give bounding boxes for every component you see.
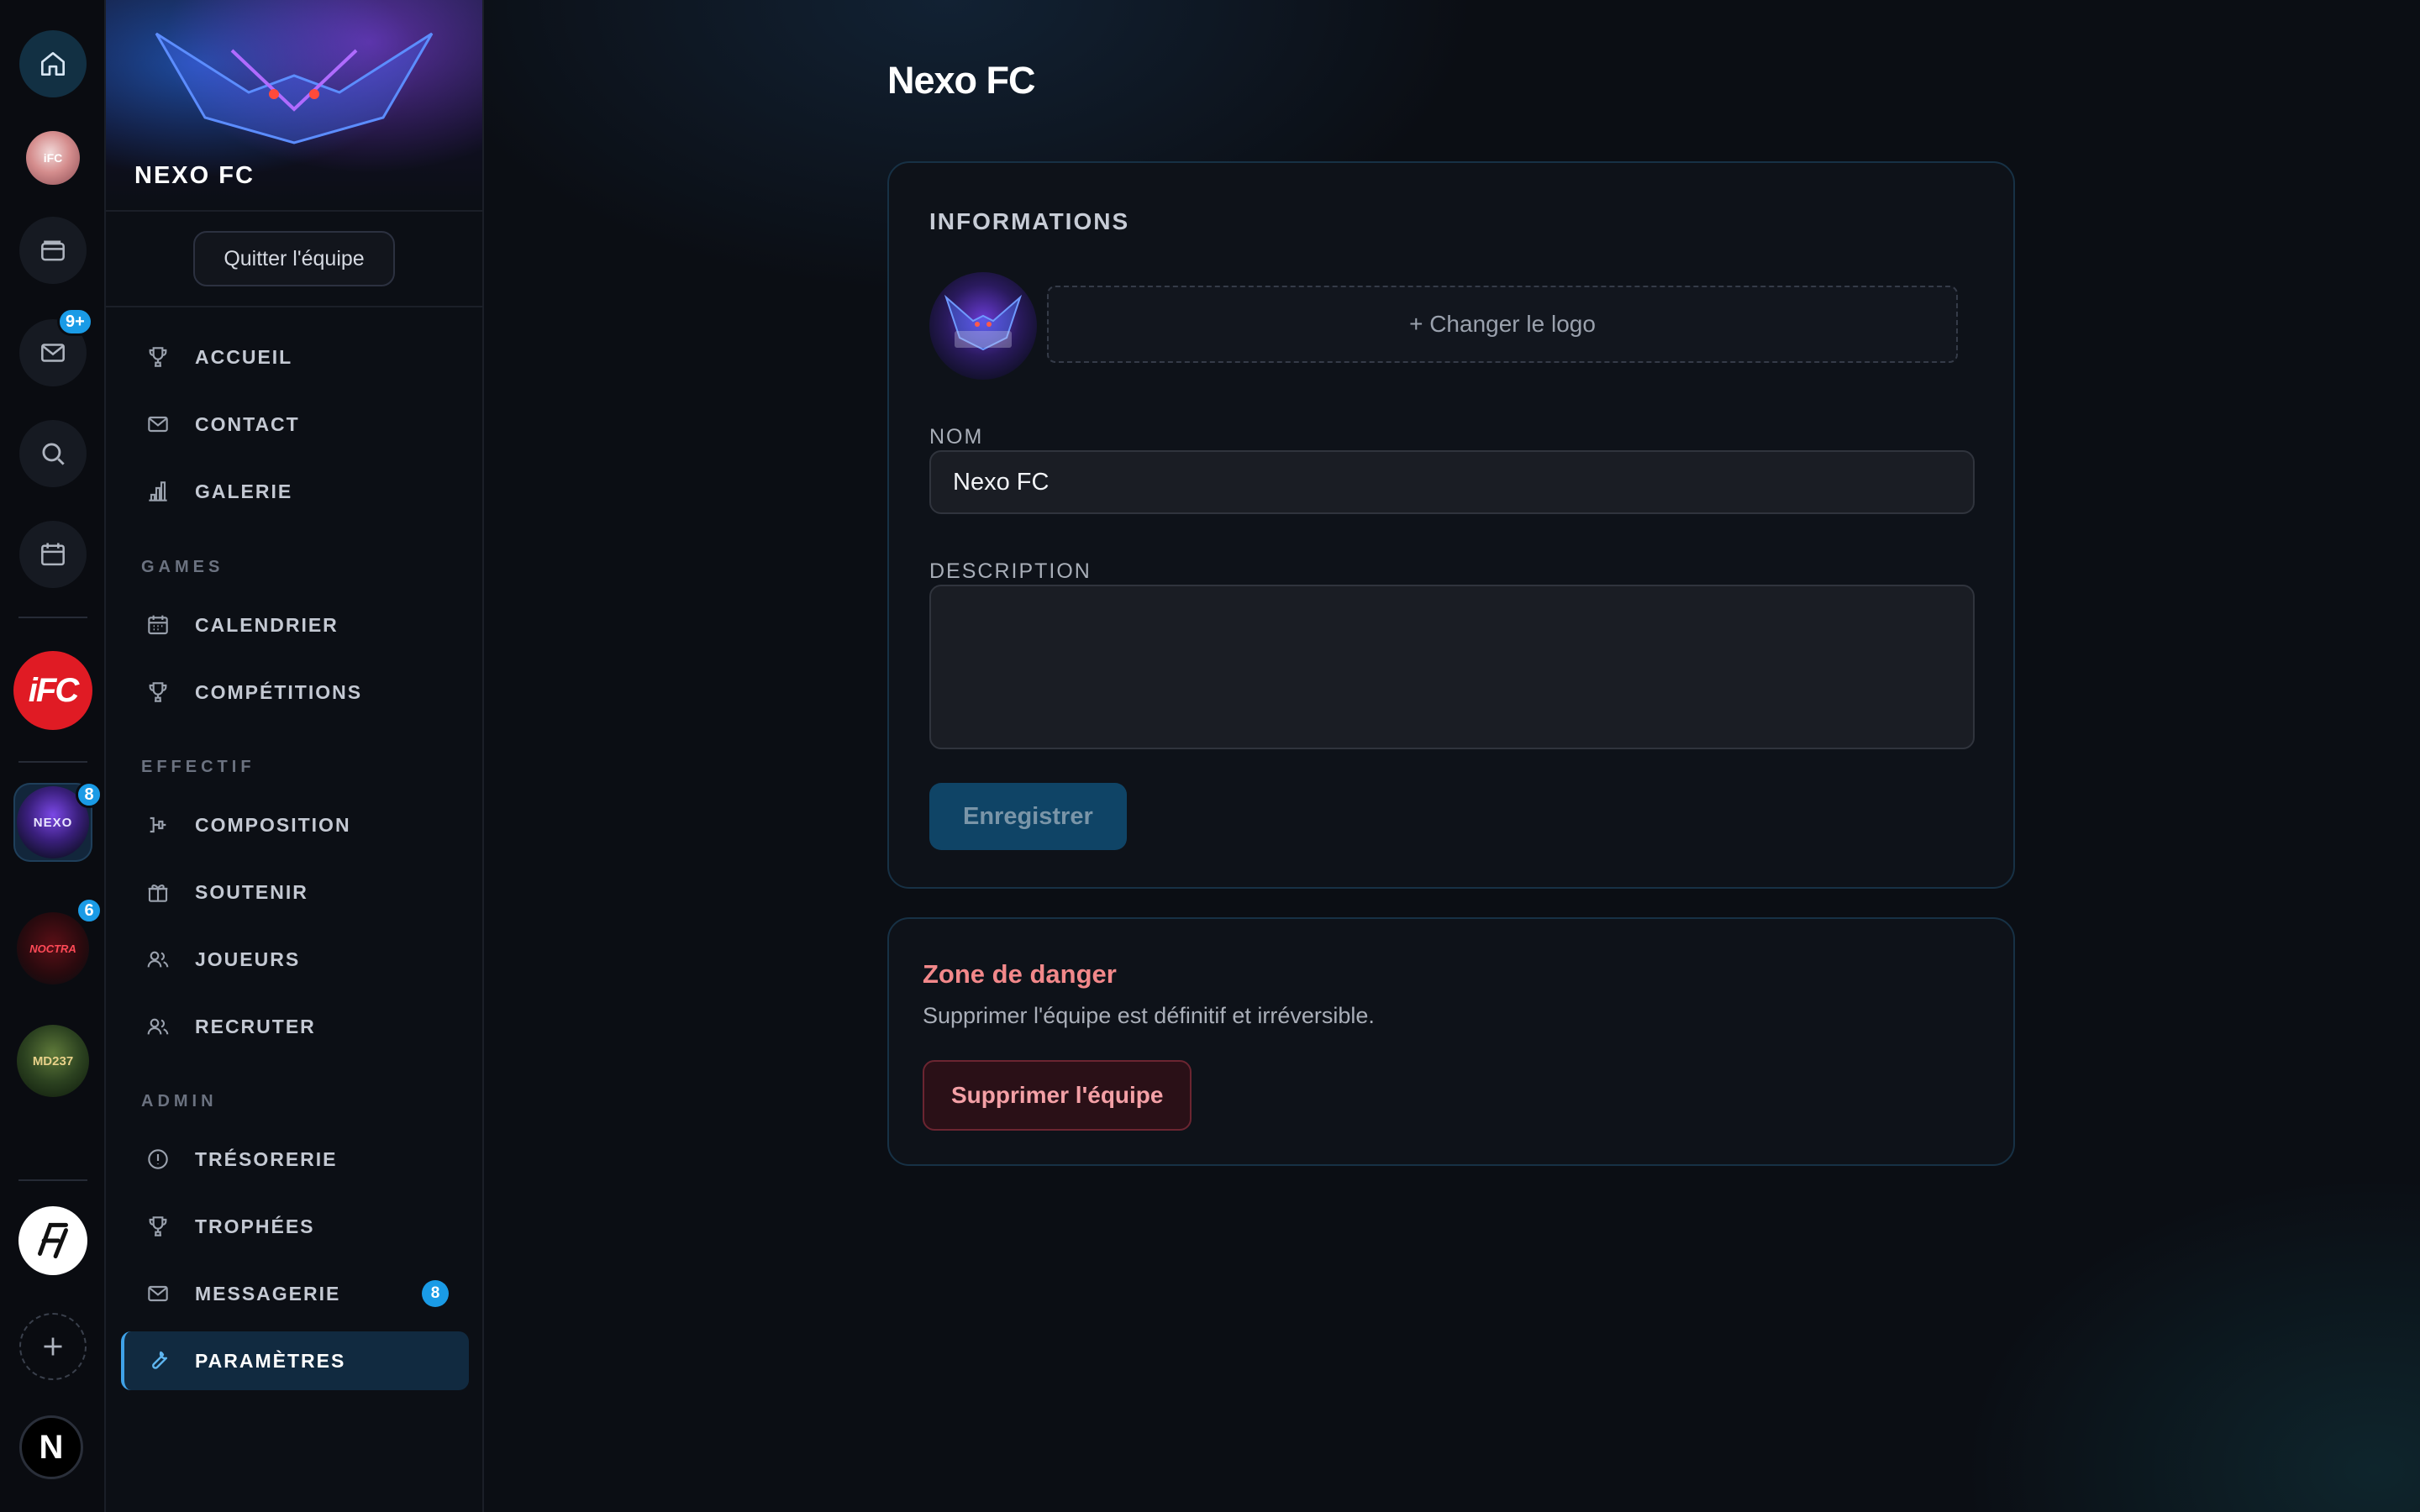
md237-logo: MD237 bbox=[17, 1025, 89, 1097]
users-icon bbox=[143, 944, 173, 974]
mail-badge: 9+ bbox=[57, 307, 93, 336]
nav-item-label: PARAMÈTRES bbox=[195, 1349, 346, 1372]
delete-team-button[interactable]: Supprimer l'équipe bbox=[923, 1060, 1192, 1131]
trophy-icon bbox=[143, 1211, 173, 1242]
brand-logo-icon bbox=[38, 1222, 68, 1259]
nav-item-label: ACCUEIL bbox=[195, 345, 293, 368]
informations-heading: INFORMATIONS bbox=[929, 208, 1130, 234]
nav-item-competitions[interactable]: COMPÉTITIONS bbox=[121, 663, 469, 722]
messagerie-badge: 8 bbox=[422, 1280, 449, 1307]
trophy-icon bbox=[143, 677, 173, 707]
save-button[interactable]: Enregistrer bbox=[929, 783, 1127, 850]
mail-icon bbox=[143, 1278, 173, 1309]
home-icon bbox=[40, 51, 66, 76]
nav-item-label: COMPÉTITIONS bbox=[195, 680, 363, 703]
noctra-logo: NOCTRA bbox=[17, 912, 89, 984]
wrench-icon bbox=[143, 1346, 173, 1376]
danger-zone-description: Supprimer l'équipe est définitif et irré… bbox=[923, 1003, 1375, 1028]
calendar-icon bbox=[41, 543, 65, 566]
rail-divider bbox=[18, 1179, 87, 1181]
name-input[interactable]: Nexo FC bbox=[929, 450, 1975, 514]
nav-item-label: TRÉSORERIE bbox=[195, 1147, 338, 1170]
informations-card: INFORMATIONS + Changer le logo NOM Nexo … bbox=[887, 161, 2015, 889]
add-team-button[interactable] bbox=[19, 1313, 87, 1380]
nav-item-label: RECRUTER bbox=[195, 1015, 316, 1037]
nav-item-parametres[interactable]: PARAMÈTRES bbox=[121, 1331, 469, 1390]
leave-team-section: Quitter l'équipe bbox=[106, 212, 482, 307]
description-textarea[interactable] bbox=[929, 585, 1975, 749]
page-title: Nexo FC bbox=[887, 59, 1036, 102]
lineup-icon bbox=[143, 810, 173, 840]
ifc-logo: iFC bbox=[28, 671, 79, 709]
bar-chart-icon bbox=[143, 476, 173, 507]
nav-item-trophees[interactable]: TROPHÉES bbox=[121, 1197, 469, 1256]
trophy-icon bbox=[143, 342, 173, 372]
wallet-button[interactable] bbox=[19, 217, 87, 284]
nav-item-label: COMPOSITION bbox=[195, 813, 351, 836]
app-root: iFC 9+ iFC NEXO 8 NOCTRA 6 MD237 N NEXO … bbox=[0, 0, 2420, 1512]
avatar-text: iFC bbox=[43, 151, 63, 165]
nav-item-label: TROPHÉES bbox=[195, 1215, 315, 1237]
team-nexo-badge: 8 bbox=[76, 781, 103, 808]
change-logo-button[interactable]: + Changer le logo bbox=[1047, 286, 1958, 363]
mail-icon bbox=[143, 409, 173, 439]
leave-team-button[interactable]: Quitter l'équipe bbox=[193, 231, 395, 286]
coin-icon bbox=[143, 1144, 173, 1174]
description-label: DESCRIPTION bbox=[929, 559, 1092, 583]
nav-item-messagerie[interactable]: MESSAGERIE 8 bbox=[121, 1264, 469, 1323]
nav-item-soutenir[interactable]: SOUTENIR bbox=[121, 863, 469, 921]
user-avatar-initial: N bbox=[39, 1428, 64, 1466]
team-logo-thumbnail bbox=[929, 272, 1037, 380]
users-icon bbox=[143, 1011, 173, 1042]
rail-divider bbox=[18, 617, 87, 618]
noctra-logo-text: NOCTRA bbox=[29, 942, 76, 955]
nav-item-accueil[interactable]: ACCUEIL bbox=[121, 328, 469, 386]
team-name: NEXO FC bbox=[134, 162, 255, 189]
nav-item-joueurs[interactable]: JOUEURS bbox=[121, 930, 469, 989]
team-banner: NEXO FC bbox=[106, 0, 482, 212]
md237-logo-text: MD237 bbox=[32, 1053, 74, 1068]
nav-item-label: SOUTENIR bbox=[195, 880, 308, 903]
search-button[interactable] bbox=[19, 420, 87, 487]
nav-item-label: GALERIE bbox=[195, 480, 293, 502]
nav-item-composition[interactable]: COMPOSITION bbox=[121, 795, 469, 854]
nexo-logo-text: NEXO bbox=[33, 815, 73, 830]
section-title-effectif: EFFECTIF bbox=[141, 758, 255, 776]
calendar-button[interactable] bbox=[19, 521, 87, 588]
nav-item-tresorerie[interactable]: TRÉSORERIE bbox=[121, 1130, 469, 1189]
nav-item-galerie[interactable]: GALERIE bbox=[121, 462, 469, 521]
mail-icon bbox=[41, 344, 65, 362]
nav-item-calendrier[interactable]: CALENDRIER bbox=[121, 596, 469, 654]
section-title-admin: ADMIN bbox=[141, 1092, 218, 1110]
danger-zone-card: Zone de danger Supprimer l'équipe est dé… bbox=[887, 917, 2015, 1166]
team-md237-button[interactable]: MD237 bbox=[13, 1021, 92, 1100]
wallet-icon bbox=[41, 240, 65, 261]
plus-icon bbox=[44, 1337, 62, 1356]
nav-item-label: MESSAGERIE bbox=[195, 1282, 341, 1305]
section-title-games: GAMES bbox=[141, 558, 224, 576]
main-content: Nexo FC INFORMATIONS + Changer le logo N… bbox=[484, 0, 2420, 1512]
profile-avatar[interactable]: iFC bbox=[26, 131, 80, 185]
gift-icon bbox=[143, 877, 173, 907]
calendar-icon bbox=[143, 610, 173, 640]
team-noctra-badge: 6 bbox=[76, 897, 103, 924]
home-button[interactable] bbox=[19, 30, 87, 97]
search-icon bbox=[42, 443, 65, 465]
nav-item-label: CONTACT bbox=[195, 412, 300, 435]
user-avatar[interactable]: N bbox=[19, 1415, 83, 1479]
rail-divider bbox=[18, 761, 87, 763]
nav-item-recruter[interactable]: RECRUTER bbox=[121, 997, 469, 1056]
nav-item-label: CALENDRIER bbox=[195, 613, 339, 636]
team-logo-image bbox=[944, 294, 1023, 351]
nav-item-label: JOUEURS bbox=[195, 948, 301, 970]
nav-item-contact[interactable]: CONTACT bbox=[121, 395, 469, 454]
team-sidebar: NEXO FC Quitter l'équipe ACCUEIL CONTACT… bbox=[106, 0, 484, 1512]
team-ifc-button[interactable]: iFC bbox=[13, 651, 92, 730]
server-rail: iFC 9+ iFC NEXO 8 NOCTRA 6 MD237 N bbox=[0, 0, 106, 1512]
danger-zone-title: Zone de danger bbox=[923, 959, 1117, 989]
name-label: NOM bbox=[929, 425, 984, 449]
app-logo-button[interactable] bbox=[18, 1206, 87, 1275]
